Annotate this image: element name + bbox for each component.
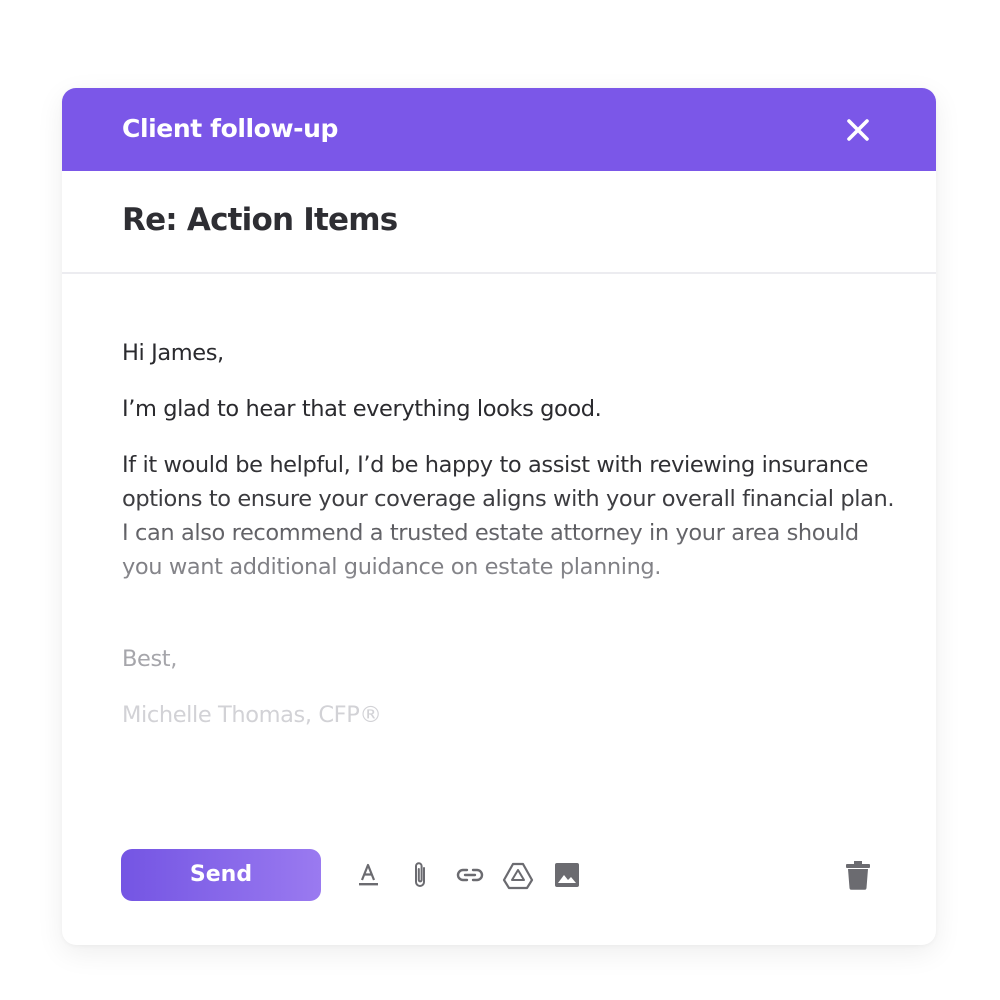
signoff-line: Best,: [122, 646, 177, 672]
compose-window: Client follow-up Re: Action Items Hi Jam…: [62, 88, 936, 945]
window-title: Client follow-up: [122, 114, 339, 143]
subject-field[interactable]: Re: Action Items: [62, 171, 936, 274]
message-paragraph: If it would be helpful, I’d be happy to …: [122, 448, 902, 584]
message-line: I’m glad to hear that everything looks g…: [122, 396, 602, 422]
signature-line: Michelle Thomas, CFP®: [122, 702, 382, 728]
send-button[interactable]: Send: [121, 849, 321, 901]
image-icon[interactable]: [552, 858, 582, 892]
link-icon[interactable]: [453, 858, 487, 892]
greeting-line: Hi James,: [122, 340, 224, 366]
compose-header: Client follow-up: [62, 88, 936, 171]
drive-icon[interactable]: [501, 858, 535, 892]
subject-text: Re: Action Items: [122, 202, 398, 238]
trash-icon[interactable]: [843, 858, 873, 892]
text-format-icon[interactable]: [354, 858, 384, 892]
close-icon[interactable]: [846, 118, 870, 142]
attachment-icon[interactable]: [406, 858, 436, 892]
